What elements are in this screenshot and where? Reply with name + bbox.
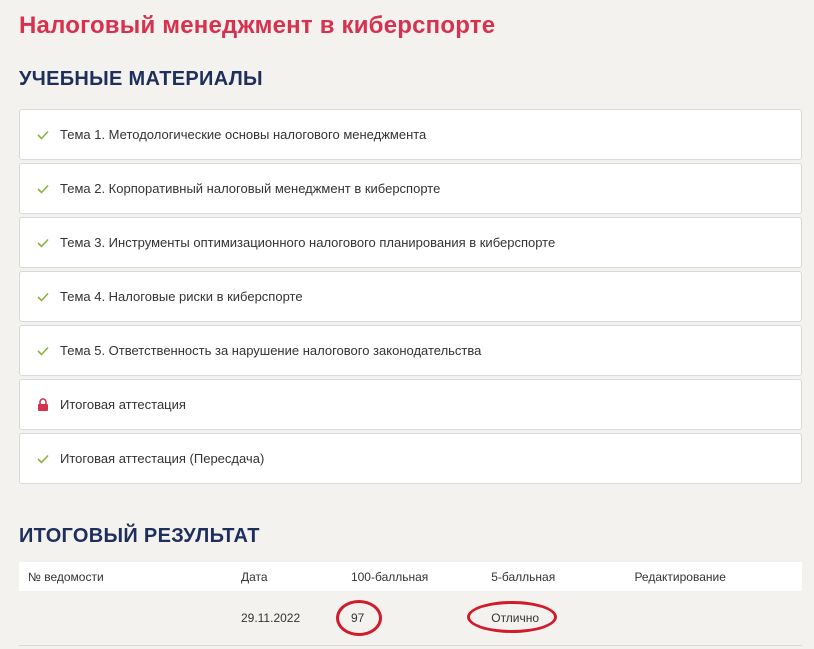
cell-date: 29.11.2022 [240,591,351,646]
cell-score-5-wrapper: Отлично [467,591,635,646]
material-item-topic-5[interactable]: Тема 5. Ответственность за нарушение нал… [19,325,802,376]
material-label: Тема 4. Налоговые риски в киберспорте [60,289,303,304]
material-label: Тема 2. Корпоративный налоговый менеджме… [60,181,441,196]
column-header-statement: № ведомости [19,562,241,591]
material-label: Тема 5. Ответственность за нарушение нал… [60,343,482,358]
cell-edit [634,591,802,646]
column-header-score-5: 5-балльная [491,562,635,591]
results-table: № ведомости Дата 100-балльная 5-балльная… [19,562,802,646]
cell-score-100: 97 [350,611,365,625]
material-item-final-attestation-retake[interactable]: Итоговая аттестация (Пересдача) [19,433,802,484]
material-item-topic-2[interactable]: Тема 2. Корпоративный налоговый менеджме… [19,163,802,214]
table-header-row: № ведомости Дата 100-балльная 5-балльная… [19,562,802,591]
check-icon [36,236,50,250]
cell-statement-no [19,591,241,646]
material-label: Тема 3. Инструменты оптимизационного нал… [60,235,556,250]
material-label: Итоговая аттестация [60,397,186,412]
cell-score-100-wrapper: 97 [335,591,492,646]
material-item-topic-4[interactable]: Тема 4. Налоговые риски в киберспорте [19,271,802,322]
material-item-topic-1[interactable]: Тема 1. Методологические основы налогово… [19,109,802,160]
column-header-edit: Редактирование [634,562,802,591]
table-row: 29.11.2022 97 Отлично [19,591,802,646]
material-item-final-attestation[interactable]: Итоговая аттестация [19,379,802,430]
material-item-topic-3[interactable]: Тема 3. Инструменты оптимизационного нал… [19,217,802,268]
check-icon [36,344,50,358]
materials-list: Тема 1. Методологические основы налогово… [19,109,802,487]
materials-heading: УЧЕБНЫЕ МАТЕРИАЛЫ [19,68,263,90]
course-title: Налоговый менеджмент в киберспорте [19,12,496,39]
check-icon [36,290,50,304]
check-icon [36,452,50,466]
column-header-date: Дата [240,562,351,591]
score-100-annotated: 97 [335,600,382,636]
lock-icon [36,398,50,412]
cell-score-5: Отлично [491,611,540,625]
check-icon [36,128,50,142]
material-label: Тема 1. Методологические основы налогово… [60,127,427,142]
results-heading: ИТОГОВЫЙ РЕЗУЛЬТАТ [19,525,260,547]
check-icon [36,182,50,196]
column-header-score-100: 100-балльная [350,562,492,591]
material-label: Итоговая аттестация (Пересдача) [60,451,265,466]
score-5-annotated: Отлично [467,601,558,633]
